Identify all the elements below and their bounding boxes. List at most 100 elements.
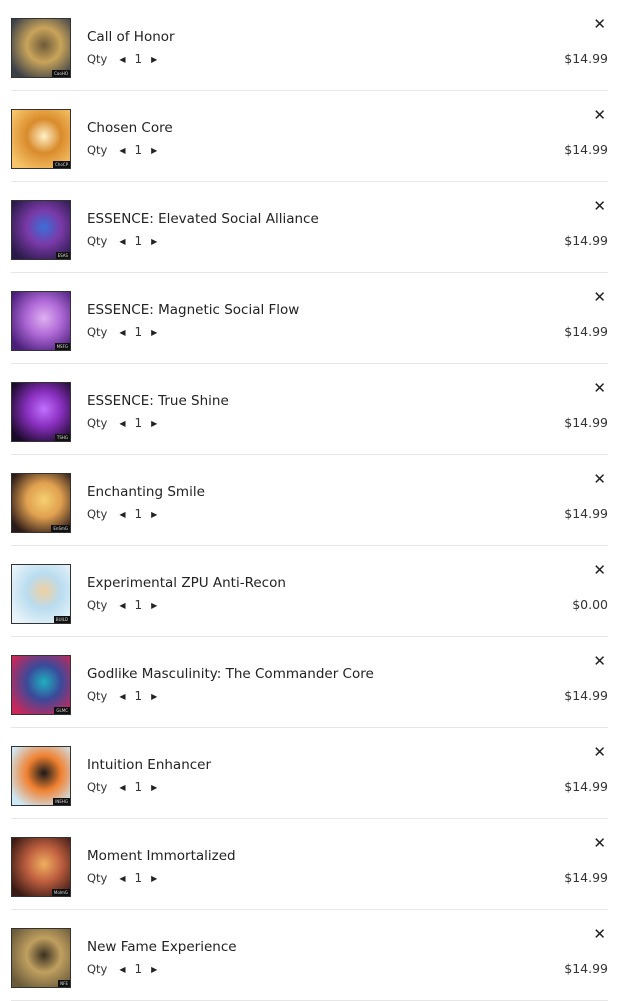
cart-item: INEHG Intuition Enhancer Qty ◀ 1 ▶ ✕ $14… bbox=[11, 728, 608, 819]
qty-value: 1 bbox=[134, 234, 143, 248]
thumbnail-tag: CaoHO bbox=[52, 70, 70, 77]
cart-item: MoImG Moment Immortalized Qty ◀ 1 ▶ ✕ $1… bbox=[11, 819, 608, 910]
decrease-qty-icon[interactable]: ◀ bbox=[117, 874, 127, 883]
increase-qty-icon[interactable]: ▶ bbox=[149, 419, 159, 428]
product-thumbnail[interactable]: NFE bbox=[11, 928, 71, 988]
quantity-control: Qty ◀ 1 ▶ bbox=[87, 234, 159, 248]
decrease-qty-icon[interactable]: ◀ bbox=[117, 692, 127, 701]
qty-label: Qty bbox=[87, 143, 108, 157]
thumbnail-tag: GLMC bbox=[54, 707, 70, 714]
thumbnail-tag: ESAS bbox=[55, 252, 70, 259]
decrease-qty-icon[interactable]: ◀ bbox=[117, 510, 127, 519]
increase-qty-icon[interactable]: ▶ bbox=[149, 237, 159, 246]
item-price: $14.99 bbox=[564, 688, 608, 703]
product-title[interactable]: Chosen Core bbox=[87, 120, 173, 136]
thumbnail-tag: EnSmG bbox=[51, 525, 70, 532]
product-title[interactable]: Intuition Enhancer bbox=[87, 757, 211, 773]
remove-item-icon[interactable]: ✕ bbox=[593, 381, 606, 396]
decrease-qty-icon[interactable]: ◀ bbox=[117, 328, 127, 337]
increase-qty-icon[interactable]: ▶ bbox=[149, 783, 159, 792]
remove-item-icon[interactable]: ✕ bbox=[593, 290, 606, 305]
quantity-control: Qty ◀ 1 ▶ bbox=[87, 689, 159, 703]
product-title[interactable]: ESSENCE: True Shine bbox=[87, 393, 229, 409]
quantity-control: Qty ◀ 1 ▶ bbox=[87, 780, 159, 794]
qty-value: 1 bbox=[134, 598, 143, 612]
product-thumbnail[interactable]: INEHG bbox=[11, 746, 71, 806]
product-title[interactable]: ESSENCE: Elevated Social Alliance bbox=[87, 211, 319, 227]
qty-label: Qty bbox=[87, 871, 108, 885]
qty-value: 1 bbox=[134, 780, 143, 794]
product-title[interactable]: Moment Immortalized bbox=[87, 848, 236, 864]
qty-value: 1 bbox=[134, 52, 143, 66]
cart-item: MSFG ESSENCE: Magnetic Social Flow Qty ◀… bbox=[11, 273, 608, 364]
increase-qty-icon[interactable]: ▶ bbox=[149, 965, 159, 974]
increase-qty-icon[interactable]: ▶ bbox=[149, 510, 159, 519]
product-title[interactable]: ESSENCE: Magnetic Social Flow bbox=[87, 302, 299, 318]
thumbnail-tag: NFE bbox=[58, 980, 70, 987]
remove-item-icon[interactable]: ✕ bbox=[593, 199, 606, 214]
quantity-control: Qty ◀ 1 ▶ bbox=[87, 52, 159, 66]
remove-item-icon[interactable]: ✕ bbox=[593, 108, 606, 123]
decrease-qty-icon[interactable]: ◀ bbox=[117, 237, 127, 246]
thumbnail-tag: BUILD bbox=[53, 616, 70, 623]
item-price: $14.99 bbox=[564, 415, 608, 430]
decrease-qty-icon[interactable]: ◀ bbox=[117, 419, 127, 428]
product-title[interactable]: Experimental ZPU Anti-Recon bbox=[87, 575, 286, 591]
qty-label: Qty bbox=[87, 598, 108, 612]
product-thumbnail[interactable]: EnSmG bbox=[11, 473, 71, 533]
qty-label: Qty bbox=[87, 52, 108, 66]
decrease-qty-icon[interactable]: ◀ bbox=[117, 146, 127, 155]
increase-qty-icon[interactable]: ▶ bbox=[149, 146, 159, 155]
cart-item: CaoHO Call of Honor Qty ◀ 1 ▶ ✕ $14.99 bbox=[11, 0, 608, 91]
increase-qty-icon[interactable]: ▶ bbox=[149, 55, 159, 64]
remove-item-icon[interactable]: ✕ bbox=[593, 17, 606, 32]
qty-label: Qty bbox=[87, 234, 108, 248]
increase-qty-icon[interactable]: ▶ bbox=[149, 874, 159, 883]
qty-value: 1 bbox=[134, 143, 143, 157]
decrease-qty-icon[interactable]: ◀ bbox=[117, 965, 127, 974]
product-thumbnail[interactable]: ESAS bbox=[11, 200, 71, 260]
product-thumbnail[interactable]: GLMC bbox=[11, 655, 71, 715]
product-title[interactable]: Enchanting Smile bbox=[87, 484, 205, 500]
item-price: $14.99 bbox=[564, 142, 608, 157]
qty-label: Qty bbox=[87, 416, 108, 430]
remove-item-icon[interactable]: ✕ bbox=[593, 472, 606, 487]
product-thumbnail[interactable]: TSHG bbox=[11, 382, 71, 442]
product-title[interactable]: Call of Honor bbox=[87, 29, 175, 45]
decrease-qty-icon[interactable]: ◀ bbox=[117, 55, 127, 64]
quantity-control: Qty ◀ 1 ▶ bbox=[87, 871, 159, 885]
remove-item-icon[interactable]: ✕ bbox=[593, 927, 606, 942]
product-thumbnail[interactable]: BUILD bbox=[11, 564, 71, 624]
cart-item: ChoCP Chosen Core Qty ◀ 1 ▶ ✕ $14.99 bbox=[11, 91, 608, 182]
item-price: $14.99 bbox=[564, 233, 608, 248]
increase-qty-icon[interactable]: ▶ bbox=[149, 692, 159, 701]
remove-item-icon[interactable]: ✕ bbox=[593, 563, 606, 578]
item-price: $0.00 bbox=[572, 597, 608, 612]
remove-item-icon[interactable]: ✕ bbox=[593, 654, 606, 669]
cart-item: BUILD Experimental ZPU Anti-Recon Qty ◀ … bbox=[11, 546, 608, 637]
increase-qty-icon[interactable]: ▶ bbox=[149, 328, 159, 337]
product-title[interactable]: Godlike Masculinity: The Commander Core bbox=[87, 666, 374, 682]
item-price: $14.99 bbox=[564, 51, 608, 66]
quantity-control: Qty ◀ 1 ▶ bbox=[87, 325, 159, 339]
product-thumbnail[interactable]: MSFG bbox=[11, 291, 71, 351]
product-thumbnail[interactable]: MoImG bbox=[11, 837, 71, 897]
remove-item-icon[interactable]: ✕ bbox=[593, 745, 606, 760]
qty-value: 1 bbox=[134, 325, 143, 339]
cart-item-list: CaoHO Call of Honor Qty ◀ 1 ▶ ✕ $14.99 C… bbox=[0, 0, 629, 1001]
product-title[interactable]: New Fame Experience bbox=[87, 939, 237, 955]
remove-item-icon[interactable]: ✕ bbox=[593, 836, 606, 851]
decrease-qty-icon[interactable]: ◀ bbox=[117, 601, 127, 610]
qty-label: Qty bbox=[87, 689, 108, 703]
cart-item: TSHG ESSENCE: True Shine Qty ◀ 1 ▶ ✕ $14… bbox=[11, 364, 608, 455]
product-thumbnail[interactable]: ChoCP bbox=[11, 109, 71, 169]
increase-qty-icon[interactable]: ▶ bbox=[149, 601, 159, 610]
qty-label: Qty bbox=[87, 780, 108, 794]
product-thumbnail[interactable]: CaoHO bbox=[11, 18, 71, 78]
item-price: $14.99 bbox=[564, 779, 608, 794]
qty-label: Qty bbox=[87, 507, 108, 521]
quantity-control: Qty ◀ 1 ▶ bbox=[87, 598, 159, 612]
decrease-qty-icon[interactable]: ◀ bbox=[117, 783, 127, 792]
cart-item: GLMC Godlike Masculinity: The Commander … bbox=[11, 637, 608, 728]
quantity-control: Qty ◀ 1 ▶ bbox=[87, 416, 159, 430]
